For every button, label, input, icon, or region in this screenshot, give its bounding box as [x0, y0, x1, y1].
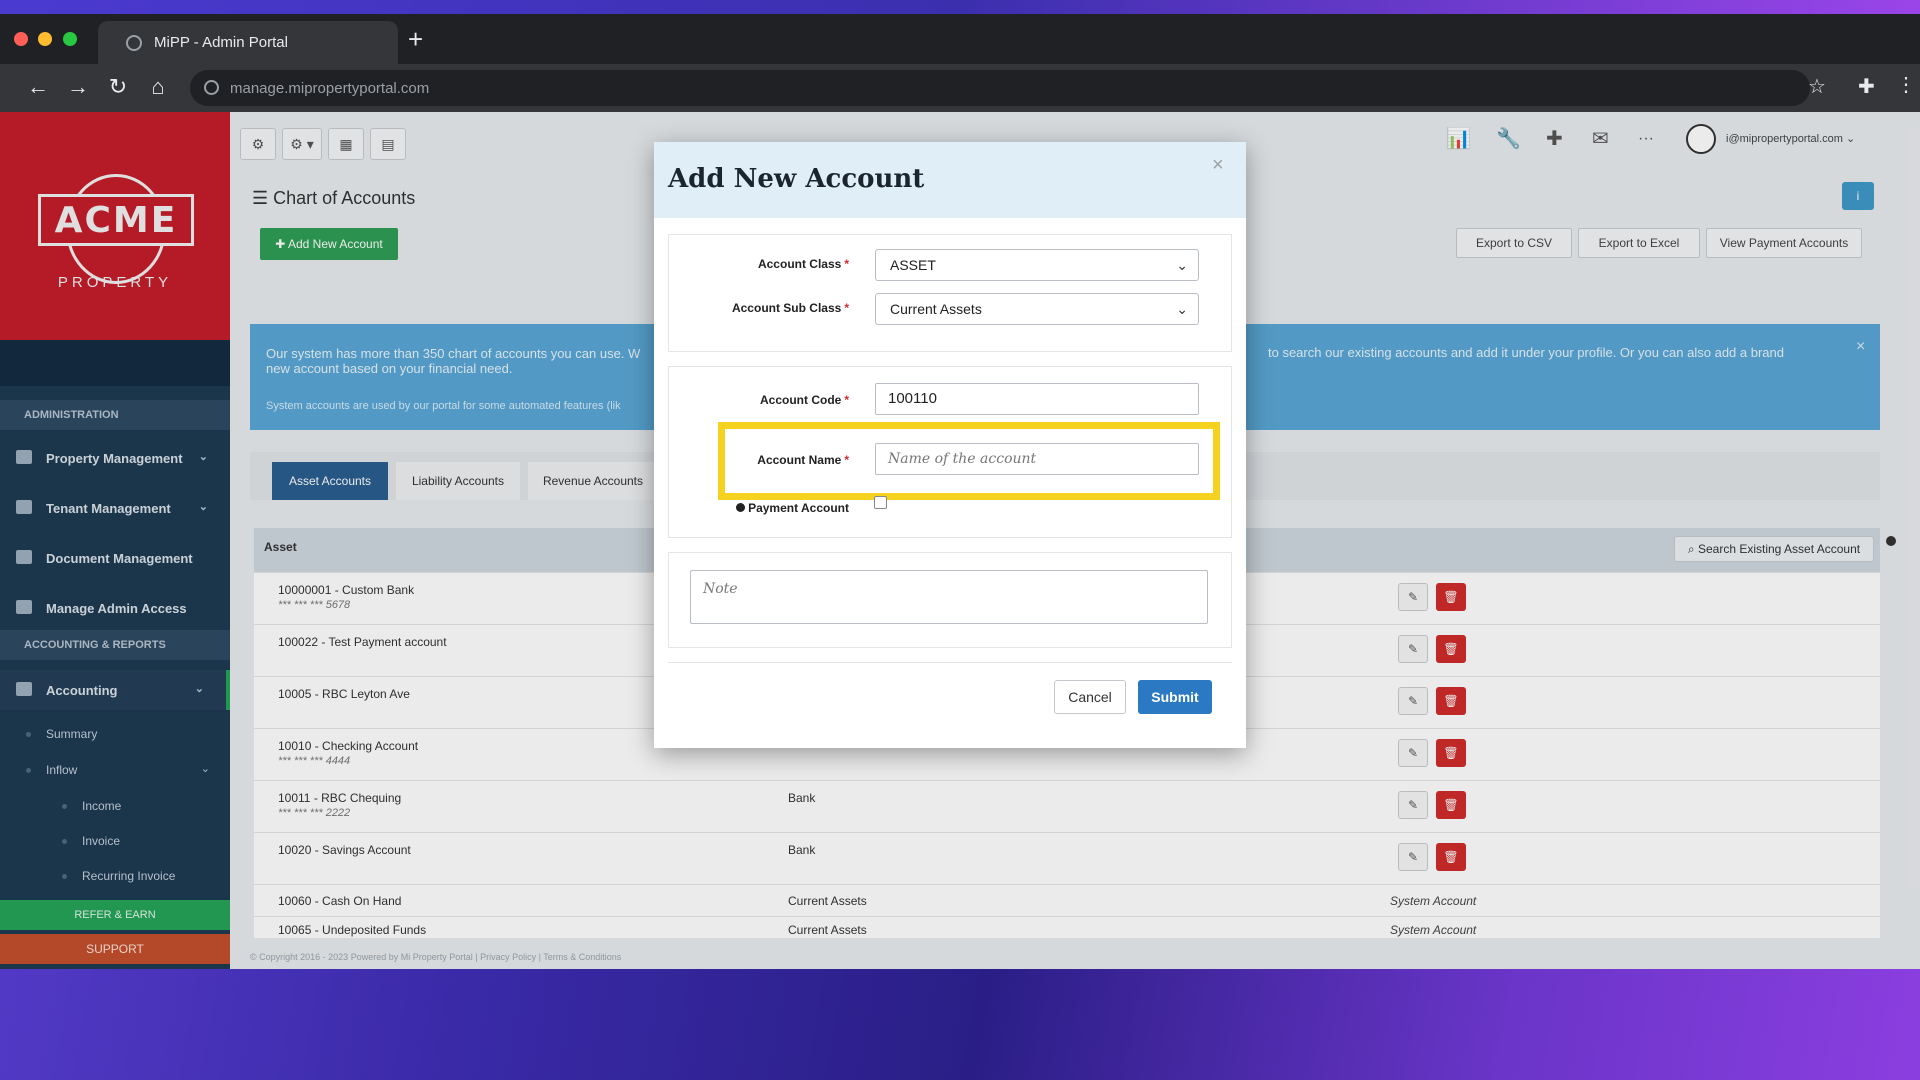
chevron-down-icon: ⌄ — [1176, 301, 1188, 317]
submit-button[interactable]: Submit — [1138, 680, 1212, 714]
maximize-window-button[interactable] — [63, 32, 77, 46]
required-mark: * — [844, 301, 849, 315]
chevron-down-icon: ⌄ — [1176, 257, 1188, 273]
address-url: manage.mipropertyportal.com — [230, 79, 430, 97]
browser-tab[interactable]: MiPP - Admin Portal — [98, 21, 398, 64]
browser-menu-icon[interactable]: ⋮ — [1896, 72, 1916, 97]
close-icon[interactable]: × — [1212, 154, 1224, 177]
label-text: Account Class — [757, 257, 842, 271]
bookmark-star-icon[interactable]: ☆ — [1808, 74, 1826, 99]
new-tab-button[interactable]: + — [408, 24, 423, 55]
info-icon — [736, 503, 746, 512]
account-sub-class-value: Current Assets — [890, 301, 982, 317]
class-section: Account Class * ASSET ⌄ Account Sub Class… — [668, 234, 1232, 352]
account-code-label: Account Code * — [669, 393, 849, 407]
close-window-button[interactable] — [14, 32, 28, 46]
modal-title: Add New Account — [668, 164, 925, 194]
modal-divider — [668, 662, 1232, 663]
site-info-icon[interactable] — [204, 80, 219, 95]
desktop-top-band — [0, 0, 1920, 14]
account-code-input[interactable]: 100110 — [875, 383, 1199, 415]
modal-header: Add New Account × — [654, 142, 1246, 218]
required-mark: * — [844, 257, 849, 271]
address-bar[interactable]: manage.mipropertyportal.com — [190, 70, 1810, 106]
required-mark: * — [844, 393, 849, 407]
browser-tab-title: MiPP - Admin Portal — [154, 34, 288, 51]
account-class-value: ASSET — [890, 257, 936, 273]
account-class-select[interactable]: ASSET ⌄ — [875, 249, 1199, 281]
minimize-window-button[interactable] — [38, 32, 52, 46]
account-name-highlight — [718, 422, 1220, 500]
back-button[interactable]: ← — [24, 74, 52, 100]
note-textarea[interactable]: Note — [690, 570, 1208, 624]
browser-toolbar: ← → ↻ ⌂ manage.mipropertyportal.com ☆ ✚ … — [0, 64, 1920, 112]
reload-button[interactable]: ↻ — [104, 74, 132, 100]
browser-tabbar: MiPP - Admin Portal + — [0, 14, 1920, 64]
globe-icon — [126, 34, 142, 51]
account-sub-class-select[interactable]: Current Assets ⌄ — [875, 293, 1199, 325]
label-text: Account Code — [759, 393, 842, 407]
payment-account-checkbox[interactable] — [874, 496, 887, 509]
home-button[interactable]: ⌂ — [144, 74, 172, 100]
cancel-button[interactable]: Cancel — [1054, 680, 1126, 714]
label-text: Payment Account — [748, 501, 849, 515]
payment-account-label: Payment Account — [669, 501, 849, 515]
extensions-icon[interactable]: ✚ — [1858, 74, 1875, 99]
forward-button[interactable]: → — [64, 74, 92, 100]
label-text: Account Sub Class — [731, 301, 842, 315]
account-sub-class-label: Account Sub Class * — [669, 301, 849, 315]
account-class-label: Account Class * — [669, 257, 849, 271]
